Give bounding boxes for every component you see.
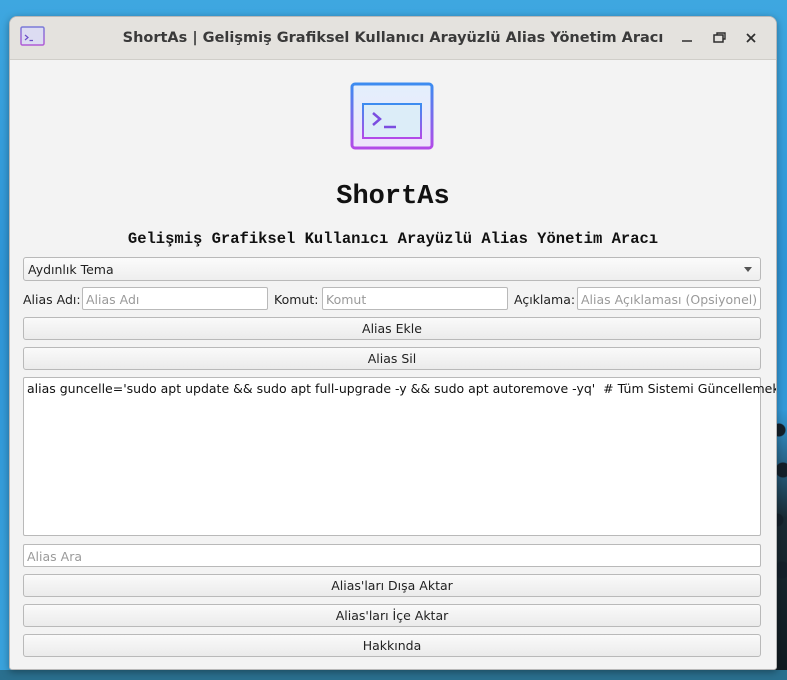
alias-name-placeholder: Alias Adı	[86, 292, 140, 307]
command-placeholder: Komut	[326, 292, 367, 307]
alias-list[interactable]: alias guncelle='sudo apt update && sudo …	[23, 377, 776, 536]
description-label: Açıklama:	[514, 292, 576, 307]
chevron-down-icon	[744, 267, 752, 272]
app-subtitle: Gelişmiş Grafiksel Kullanıcı Arayüzlü Al…	[127, 230, 659, 248]
add-alias-button[interactable]: Alias Ekle	[23, 317, 761, 340]
theme-select[interactable]: Aydınlık Tema	[23, 257, 761, 281]
maximize-icon[interactable]	[709, 28, 729, 48]
theme-select-value: Aydınlık Tema	[28, 262, 114, 277]
desktop-taskbar-edge	[0, 670, 787, 680]
title-bar[interactable]: ShortAs | Gelişmiş Grafiksel Kullanıcı A…	[10, 17, 776, 60]
terminal-window-logo	[350, 82, 434, 158]
search-input[interactable]: Alias Ara	[23, 544, 761, 567]
app-name: ShortAs	[336, 182, 450, 212]
command-label: Komut:	[274, 292, 319, 307]
app-window: ShortAs | Gelişmiş Grafiksel Kullanıcı A…	[9, 16, 777, 670]
command-input[interactable]: Komut	[322, 287, 508, 310]
close-icon[interactable]	[741, 28, 761, 48]
about-button[interactable]: Hakkında	[23, 634, 761, 657]
window-title: ShortAs | Gelişmiş Grafiksel Kullanıcı A…	[122, 30, 664, 46]
alias-name-input[interactable]: Alias Adı	[82, 287, 268, 310]
alias-name-label: Alias Adı:	[23, 292, 81, 307]
remove-alias-button[interactable]: Alias Sil	[23, 347, 761, 370]
alias-list-item[interactable]: alias guncelle='sudo apt update && sudo …	[27, 381, 776, 396]
description-input[interactable]: Alias Açıklaması (Opsiyonel)	[577, 287, 761, 310]
search-placeholder: Alias Ara	[27, 549, 82, 564]
import-aliases-button[interactable]: Alias'ları İçe Aktar	[23, 604, 761, 627]
description-placeholder: Alias Açıklaması (Opsiyonel)	[581, 292, 758, 307]
export-aliases-button[interactable]: Alias'ları Dışa Aktar	[23, 574, 761, 597]
minimize-icon[interactable]	[677, 28, 697, 48]
